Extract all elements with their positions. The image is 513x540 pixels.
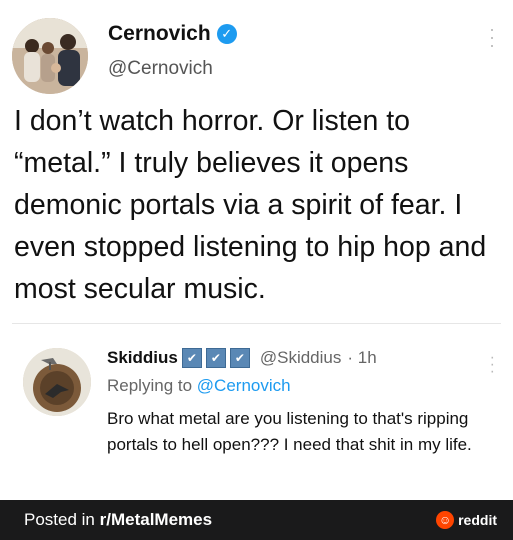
bird-avatar-icon [23,348,91,416]
reddit-footer: Posted in r/MetalMemes ☺ reddit [0,500,513,540]
main-tweet: Cernovich ✓ @Cernovich · · · I don’t watch… [0,0,513,322]
verified-badge-icon: ✓ [216,24,237,44]
reply-text: Bro what metal are you listening to that… [107,409,472,454]
replying-mention-link[interactable]: @Cernovich [197,376,291,395]
badge-1-icon: ✔ [181,348,202,368]
badge-3-icon: ✔ [229,348,250,368]
reply-display-name[interactable]: Skiddius [107,348,178,368]
reddit-alien-icon: ☺ [436,511,455,529]
reddit-logo[interactable]: ☺ reddit [436,511,497,529]
tweet-author-name[interactable]: Cernovich ✓ [108,22,237,46]
reply-author-row: Skiddius ✔ ✔ ✔ @Skiddius · 1h [107,348,377,368]
reply-time: · 1h [347,348,377,367]
family-photo-icon [12,18,88,94]
tweet-text: I don’t watch horror. Or listen to “meta… [14,105,487,305]
display-name[interactable]: Cernovich [108,22,211,46]
badge-2-icon: ✔ [205,348,226,368]
reply-handle[interactable]: @Skiddius [260,348,342,368]
reddit-brand-text: reddit [458,512,497,528]
avatar-skiddius[interactable] [23,348,91,416]
avatar-cernovich[interactable] [12,18,88,94]
posted-in: Posted in r/MetalMemes [24,510,212,530]
reply-tweet: Skiddius ✔ ✔ ✔ @Skiddius · 1h · · · Replyi… [0,324,513,500]
posted-prefix: Posted in [24,510,95,529]
more-options-icon[interactable]: · · · [489,20,495,54]
replying-label: Replying to [107,376,193,395]
replying-to: Replying to @Cernovich [107,376,291,396]
subreddit-link[interactable]: r/MetalMemes [100,510,212,529]
reply-more-options-icon[interactable]: · · · [490,350,495,380]
tweet-author-handle[interactable]: @Cernovich [108,58,213,80]
